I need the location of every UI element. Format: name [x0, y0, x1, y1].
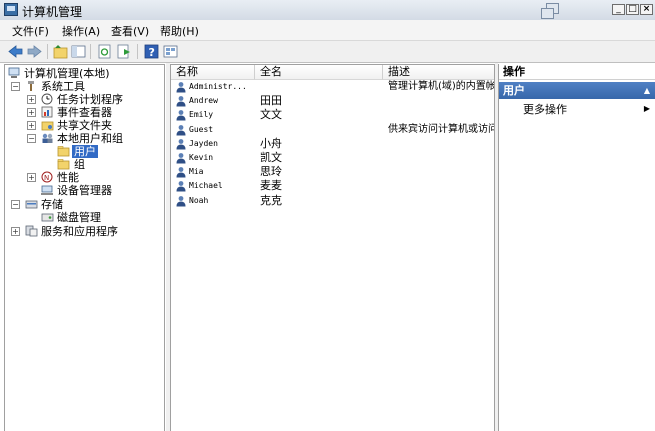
- computer-management-icon: [4, 3, 18, 16]
- title-bar: 计算机管理 _ □ ×: [0, 0, 655, 21]
- clock-icon: [41, 93, 54, 105]
- table-row[interactable]: Administr... 管理计算机(域)的内置帐户: [171, 80, 495, 94]
- menu-action[interactable]: 操作(A): [62, 23, 100, 39]
- user-icon: [175, 109, 187, 121]
- collapse-icon[interactable]: −: [11, 200, 20, 209]
- actions-pane: 操作 用户 ▲ 更多操作 ▶: [498, 64, 655, 431]
- cell-name: Michael: [189, 181, 223, 191]
- cell-fullname: 小舟: [260, 136, 282, 150]
- column-header-fullname[interactable]: 全名: [255, 65, 383, 80]
- expand-icon[interactable]: +: [27, 108, 36, 117]
- folder-icon: [57, 158, 70, 170]
- cell-name: Kevin: [189, 153, 214, 162]
- more-actions-item[interactable]: 更多操作: [523, 103, 567, 117]
- cell-fullname: 凯文: [260, 151, 282, 164]
- table-row[interactable]: Emily 文文: [171, 108, 494, 122]
- table-row[interactable]: Andrew 田田: [171, 94, 494, 108]
- cell-fullname: 麦麦: [260, 179, 282, 193]
- shared-folder-icon: [41, 119, 54, 131]
- cell-fullname: 思玲: [260, 165, 282, 179]
- cell-name: Andrew: [189, 96, 218, 106]
- show-hide-tree-icon[interactable]: [71, 44, 86, 59]
- actions-header: 操作: [499, 64, 655, 80]
- export-list-icon[interactable]: [116, 44, 131, 59]
- expand-icon[interactable]: +: [27, 95, 36, 104]
- refresh-icon[interactable]: [97, 44, 112, 59]
- collapse-icon[interactable]: −: [11, 82, 20, 91]
- column-header-description[interactable]: 描述: [383, 65, 494, 80]
- cell-name: Mia: [189, 167, 204, 177]
- expand-icon[interactable]: +: [27, 121, 36, 130]
- menu-bar: 文件(F) 操作(A) 查看(V) 帮助(H): [0, 20, 655, 41]
- user-icon: [175, 138, 187, 150]
- user-icon: [175, 124, 187, 136]
- maximize-button[interactable]: □: [626, 4, 639, 15]
- cell-name: Guest: [189, 124, 214, 134]
- table-row[interactable]: Mia 思玲: [171, 165, 494, 179]
- cell-fullname: 文文: [260, 108, 282, 122]
- expand-icon[interactable]: +: [11, 227, 20, 236]
- disk-management-icon: [41, 211, 54, 223]
- menu-view[interactable]: 查看(V): [111, 23, 149, 39]
- submenu-arrow-icon: ▶: [643, 104, 650, 113]
- cell-name: Jayden: [189, 138, 218, 148]
- system-tools-icon: [25, 80, 38, 92]
- window-title: 计算机管理: [22, 5, 83, 19]
- user-icon: [175, 95, 187, 107]
- cell-name: Noah: [189, 195, 209, 205]
- user-icon: [175, 152, 187, 164]
- user-icon: [175, 180, 187, 192]
- close-button[interactable]: ×: [640, 4, 653, 15]
- expand-icon[interactable]: +: [27, 173, 36, 182]
- table-row[interactable]: Guest 供来宾访问计算机或访问域的内置帐户: [171, 123, 494, 137]
- cell-name: Emily: [189, 110, 214, 120]
- cell-name: Administr...: [189, 82, 247, 91]
- actions-section-label: 用户: [503, 84, 525, 97]
- event-viewer-icon: [41, 106, 54, 118]
- view-icon[interactable]: [163, 44, 178, 59]
- users-group-icon: [41, 132, 54, 144]
- help-icon[interactable]: ?: [144, 44, 159, 59]
- performance-icon: N: [41, 171, 54, 183]
- cell-fullname: 克克: [260, 193, 282, 207]
- cell-description: 供来宾访问计算机或访问域的内置帐户: [388, 123, 494, 135]
- user-icon: [175, 81, 187, 93]
- actions-section-users[interactable]: 用户 ▲: [499, 82, 655, 99]
- cell-fullname: 田田: [260, 94, 282, 108]
- cell-description: 管理计算机(域)的内置帐户: [388, 81, 495, 92]
- back-icon[interactable]: [8, 44, 23, 59]
- storage-icon: [25, 198, 38, 210]
- table-row[interactable]: Noah 克克: [171, 193, 494, 208]
- menu-help[interactable]: 帮助(H): [160, 23, 199, 39]
- table-row[interactable]: Jayden 小舟: [171, 136, 494, 151]
- services-apps-icon: [25, 225, 38, 237]
- toolbar: ?: [0, 41, 655, 63]
- window-snap-icon: [541, 3, 559, 19]
- collapse-arrow-icon[interactable]: ▲: [644, 82, 650, 99]
- table-row[interactable]: Kevin 凯文: [171, 151, 494, 165]
- user-icon: [175, 166, 187, 178]
- up-folder-icon[interactable]: [53, 44, 68, 59]
- svg-text:?: ?: [149, 46, 155, 59]
- user-list-view: 名称 全名 描述 Administr... 管理计算机(域)的内置帐户 Andrew…: [170, 64, 495, 431]
- collapse-icon[interactable]: −: [27, 134, 36, 143]
- column-header-name[interactable]: 名称: [171, 65, 255, 80]
- table-row[interactable]: Michael 麦麦: [171, 179, 494, 193]
- minimize-button[interactable]: _: [612, 4, 625, 15]
- computer-management-icon: [8, 67, 21, 79]
- folder-icon: [57, 145, 70, 157]
- svg-text:N: N: [44, 174, 49, 182]
- navigation-tree: 计算机管理(本地) − 系统工具 + 任务计划程序 + 事件查看器 + 共享文件…: [4, 64, 165, 431]
- forward-icon[interactable]: [27, 44, 42, 59]
- user-icon: [175, 195, 187, 207]
- menu-file[interactable]: 文件(F): [12, 23, 49, 39]
- device-manager-icon: [41, 184, 54, 196]
